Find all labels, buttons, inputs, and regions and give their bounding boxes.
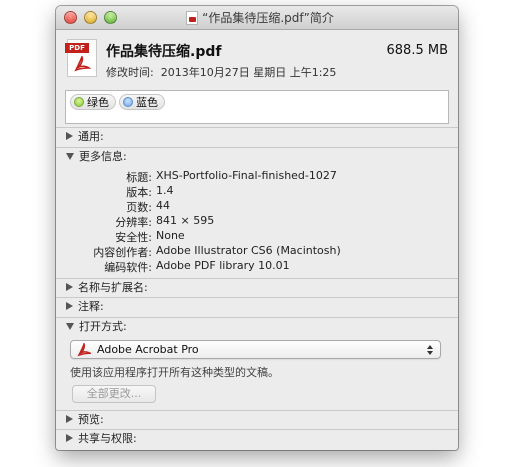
open-with-selected-app: Adobe Acrobat Pro [97,343,199,356]
info-value: 1.4 [156,184,174,197]
open-with-hint: 使用该应用程序打开所有这种类型的文稿。 [70,366,279,379]
acrobat-icon [77,342,91,356]
disclosure-right-icon[interactable] [66,132,73,140]
info-key: 分辨率: [115,216,152,229]
section-general-label: 通用: [78,130,104,143]
popup-arrows-icon [426,343,434,356]
open-with-popup[interactable]: Adobe Acrobat Pro [70,340,441,359]
modified-date: 修改时间: 2013年10月27日 星期日 上午1:25 [106,64,336,80]
disclosure-right-icon[interactable] [66,434,73,442]
section-open-with-label: 打开方式: [79,320,127,333]
tag-green-label: 绿色 [87,96,109,109]
section-name-extension[interactable]: 名称与扩展名: [56,279,458,295]
section-name-extension-label: 名称与扩展名: [78,281,148,294]
tag-green[interactable]: 绿色 [70,94,116,110]
zoom-button[interactable] [104,11,117,24]
section-preview[interactable]: 预览: [56,411,458,427]
tag-blue[interactable]: 蓝色 [119,94,165,110]
info-key: 内容创作者: [93,246,152,259]
tag-blue-label: 蓝色 [136,96,158,109]
info-row-creator: 内容创作者: Adobe Illustrator CS6 (Macintosh) [56,244,458,259]
modified-label: 修改时间: [106,66,154,79]
info-value: 841 × 595 [156,214,215,227]
section-sharing-label: 共享与权限: [78,432,137,445]
disclosure-right-icon[interactable] [66,283,73,291]
info-window: “作品集待压缩.pdf”简介 PDF 作品集待压缩.pdf 688.5 MB 修… [56,6,458,450]
disclosure-down-icon[interactable] [66,153,74,160]
disclosure-right-icon[interactable] [66,415,73,423]
minimize-button[interactable] [84,11,97,24]
green-dot-icon [74,97,84,107]
info-key: 版本: [126,186,152,199]
info-row-security: 安全性: None [56,229,458,244]
window-title: “作品集待压缩.pdf”简介 [202,11,334,25]
change-all-button[interactable]: 全部更改... [72,385,156,403]
info-key: 编码软件: [104,261,152,274]
section-sharing[interactable]: 共享与权限: [56,430,458,446]
file-name: 作品集待压缩.pdf [106,44,222,60]
tags-field[interactable]: 绿色 蓝色 [65,90,449,124]
info-value: XHS-Portfolio-Final-finished-1027 [156,169,337,182]
info-key: 页数: [126,201,152,214]
info-key: 标题: [126,171,152,184]
section-open-with[interactable]: 打开方式: [56,318,458,334]
section-comments-label: 注释: [78,300,104,313]
window-title-group: “作品集待压缩.pdf”简介 [186,9,334,26]
section-preview-label: 预览: [78,413,104,426]
section-more-info[interactable]: 更多信息: [56,148,458,164]
window-controls [64,11,117,24]
section-more-info-label: 更多信息: [79,150,127,163]
info-row-pages: 页数: 44 [56,199,458,214]
modified-value: 2013年10月27日 星期日 上午1:25 [160,66,337,79]
title-bar[interactable]: “作品集待压缩.pdf”简介 [56,6,458,30]
disclosure-right-icon[interactable] [66,302,73,310]
pdf-badge: PDF [65,43,89,53]
section-general[interactable]: 通用: [56,128,458,144]
file-size: 688.5 MB [386,43,448,58]
pdf-file-icon [186,10,199,25]
info-key: 安全性: [115,231,152,244]
info-row-resolution: 分辨率: 841 × 595 [56,214,458,229]
blue-dot-icon [123,97,133,107]
close-button[interactable] [64,11,77,24]
file-header: PDF 作品集待压缩.pdf 688.5 MB 修改时间: 2013年10月27… [56,31,458,85]
info-value: 44 [156,199,170,212]
info-value: None [156,229,185,242]
info-value: Adobe Illustrator CS6 (Macintosh) [156,244,341,257]
section-comments[interactable]: 注释: [56,298,458,314]
info-row-title: 标题: XHS-Portfolio-Final-finished-1027 [56,169,458,184]
info-row-version: 版本: 1.4 [56,184,458,199]
disclosure-down-icon[interactable] [66,323,74,330]
info-value: Adobe PDF library 10.01 [156,259,290,272]
acrobat-swoosh-icon [74,56,91,72]
pdf-document-icon: PDF [65,39,97,77]
info-row-encoder: 编码软件: Adobe PDF library 10.01 [56,259,458,274]
